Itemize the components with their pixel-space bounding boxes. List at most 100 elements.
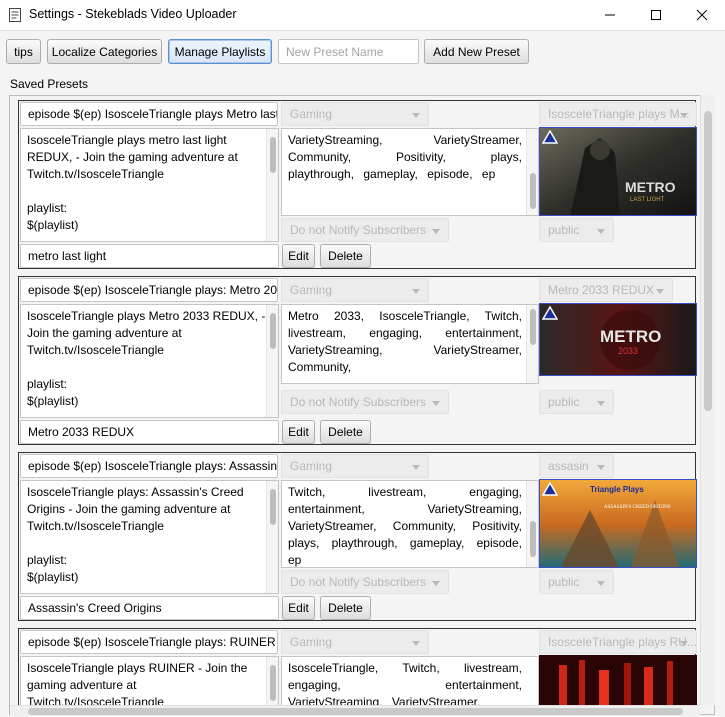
- notify-combo[interactable]: Do not Notify Subscribers: [281, 218, 449, 242]
- description-line: IsosceleTriangle plays metro last light: [27, 133, 227, 147]
- description-line: Origins - Join the gaming adventure at: [27, 502, 231, 516]
- horizontal-scrollbar[interactable]: [10, 705, 700, 716]
- visibility-combo[interactable]: public: [539, 570, 614, 594]
- preset-name-field[interactable]: metro last light: [20, 244, 279, 268]
- textarea-scrollbar[interactable]: [266, 129, 278, 241]
- maximize-button[interactable]: [633, 0, 679, 30]
- vertical-scrollbar[interactable]: [700, 95, 715, 705]
- triangle-logo-icon: [542, 482, 558, 496]
- notify-combo[interactable]: Do not Notify Subscribers: [281, 570, 449, 594]
- delete-button[interactable]: Delete: [320, 244, 371, 268]
- visibility-combo[interactable]: public: [539, 390, 614, 414]
- edit-button[interactable]: Edit: [282, 244, 315, 268]
- description-line: IsosceleTriangle plays: Assassin's Creed: [27, 485, 244, 499]
- minimize-button[interactable]: [587, 0, 633, 30]
- playlist-value: IsosceleTriangle plays RU...: [548, 635, 697, 649]
- tags-textarea[interactable]: VarietyStreaming, VarietyStreamer, Commu…: [281, 128, 539, 216]
- preset-name-field[interactable]: Assassin's Creed Origins: [20, 596, 279, 620]
- notify-value: Do not Notify Subscribers: [290, 395, 427, 409]
- delete-button[interactable]: Delete: [320, 596, 371, 620]
- triangle-logo-icon: [542, 130, 558, 144]
- notify-value: Do not Notify Subscribers: [290, 223, 427, 237]
- visibility-value: public: [548, 575, 580, 589]
- close-button[interactable]: [679, 0, 725, 30]
- description-textarea[interactable]: IsosceleTriangle plays Metro 2033 REDUX,…: [20, 304, 279, 418]
- edit-button[interactable]: Edit: [282, 420, 315, 444]
- description-line: [27, 535, 272, 552]
- thumbnail-image[interactable]: METRO LAST LIGHT: [539, 127, 697, 216]
- visibility-value: public: [548, 395, 580, 409]
- category-combo[interactable]: Gaming: [281, 454, 429, 478]
- tags-text: IsosceleTriangle, Twitch, livestream, en…: [288, 661, 522, 709]
- tags-textarea[interactable]: Twitch, livestream, engaging, entertainm…: [281, 480, 539, 568]
- add-new-preset-button[interactable]: Add New Preset: [424, 39, 529, 64]
- description-line: REDUX, - Join the gaming adventure at: [27, 150, 238, 164]
- localize-categories-button[interactable]: Localize Categories: [47, 39, 162, 64]
- delete-button[interactable]: Delete: [320, 420, 371, 444]
- description-line: playlist:: [27, 377, 68, 391]
- category-value: Gaming: [290, 107, 333, 121]
- chevron-down-icon: [656, 289, 664, 294]
- manage-playlists-button[interactable]: Manage Playlists: [168, 39, 272, 64]
- description-textarea[interactable]: IsosceleTriangle plays metro last light …: [20, 128, 279, 242]
- chevron-down-icon: [597, 401, 605, 406]
- description-line: $(playlist): [27, 218, 79, 232]
- thumbnail-text: METRO: [625, 179, 676, 195]
- preset-card: episode $(ep) IsosceleTriangle plays Met…: [18, 100, 697, 269]
- textarea-scrollbar[interactable]: [266, 481, 278, 593]
- thumbnail-graphic: Triangle Plays ASSASSIN'S CREED ORIGINS: [540, 480, 696, 567]
- vertical-scroll-thumb[interactable]: [704, 111, 712, 411]
- textarea-scrollbar[interactable]: [526, 129, 538, 215]
- description-line: playlist:: [27, 201, 68, 215]
- category-combo[interactable]: Gaming: [281, 102, 429, 126]
- visibility-combo[interactable]: public: [539, 218, 614, 242]
- category-combo[interactable]: Gaming: [281, 278, 429, 302]
- chevron-down-icon: [412, 465, 420, 470]
- close-icon: [696, 9, 708, 21]
- description-line: IsosceleTriangle plays Metro 2033 REDUX,…: [27, 309, 266, 323]
- horizontal-scroll-thumb[interactable]: [28, 708, 683, 715]
- textarea-scrollbar[interactable]: [526, 481, 538, 567]
- chevron-down-icon: [680, 113, 688, 118]
- edit-button[interactable]: Edit: [282, 596, 315, 620]
- description-line: IsosceleTriangle plays RUINER - Join the: [27, 661, 248, 675]
- chevron-down-icon: [412, 289, 420, 294]
- tags-textarea[interactable]: Metro 2033, IsosceleTriangle, Twitch, li…: [281, 304, 539, 384]
- preset-name-field[interactable]: Metro 2033 REDUX: [20, 420, 279, 444]
- presets-scroll-pane[interactable]: episode $(ep) IsosceleTriangle plays Met…: [9, 95, 715, 715]
- tips-button[interactable]: tips: [6, 39, 41, 64]
- description-line: Join the gaming adventure at: [27, 326, 182, 340]
- chevron-down-icon: [432, 581, 440, 586]
- tags-text: Twitch, livestream, engaging, entertainm…: [288, 485, 522, 567]
- thumbnail-image[interactable]: METRO 2033: [539, 303, 697, 376]
- new-preset-name-input[interactable]: New Preset Name: [278, 39, 419, 64]
- toolbar: tips Localize Categories Manage Playlist…: [0, 30, 725, 70]
- playlist-combo[interactable]: assasin: [539, 454, 614, 478]
- textarea-scrollbar[interactable]: [266, 305, 278, 417]
- thumbnail-image[interactable]: Triangle Plays ASSASSIN'S CREED ORIGINS: [539, 479, 697, 568]
- description-line: [27, 183, 272, 200]
- triangle-logo-icon: [542, 306, 558, 320]
- preset-title-field[interactable]: episode $(ep) IsosceleTriangle plays: As…: [20, 454, 278, 478]
- preset-title-field[interactable]: episode $(ep) IsosceleTriangle plays Met…: [20, 102, 278, 126]
- category-combo[interactable]: Gaming: [281, 630, 429, 654]
- tags-text: Metro 2033, IsosceleTriangle, Twitch, li…: [288, 309, 522, 374]
- notify-combo[interactable]: Do not Notify Subscribers: [281, 390, 449, 414]
- chevron-down-icon: [432, 229, 440, 234]
- description-textarea[interactable]: IsosceleTriangle plays: Assassin's Creed…: [20, 480, 279, 594]
- chevron-down-icon: [597, 465, 605, 470]
- maximize-icon: [651, 10, 661, 20]
- playlist-combo[interactable]: Metro 2033 REDUX: [539, 278, 673, 302]
- textarea-scrollbar[interactable]: [526, 305, 538, 383]
- playlist-combo[interactable]: IsosceleTriangle plays M...: [539, 102, 697, 126]
- thumbnail-graphic: METRO LAST LIGHT: [540, 128, 696, 215]
- thumbnail-text: Triangle Plays: [590, 485, 644, 494]
- preset-title-field[interactable]: episode $(ep) IsosceleTriangle plays: RU…: [20, 630, 278, 654]
- chevron-down-icon: [597, 581, 605, 586]
- playlist-combo[interactable]: IsosceleTriangle plays RU...: [539, 630, 697, 654]
- chevron-down-icon: [412, 113, 420, 118]
- description-line: [27, 359, 272, 376]
- preset-title-field[interactable]: episode $(ep) IsosceleTriangle plays: Me…: [20, 278, 278, 302]
- chevron-down-icon: [412, 641, 420, 646]
- app-icon: [9, 8, 21, 22]
